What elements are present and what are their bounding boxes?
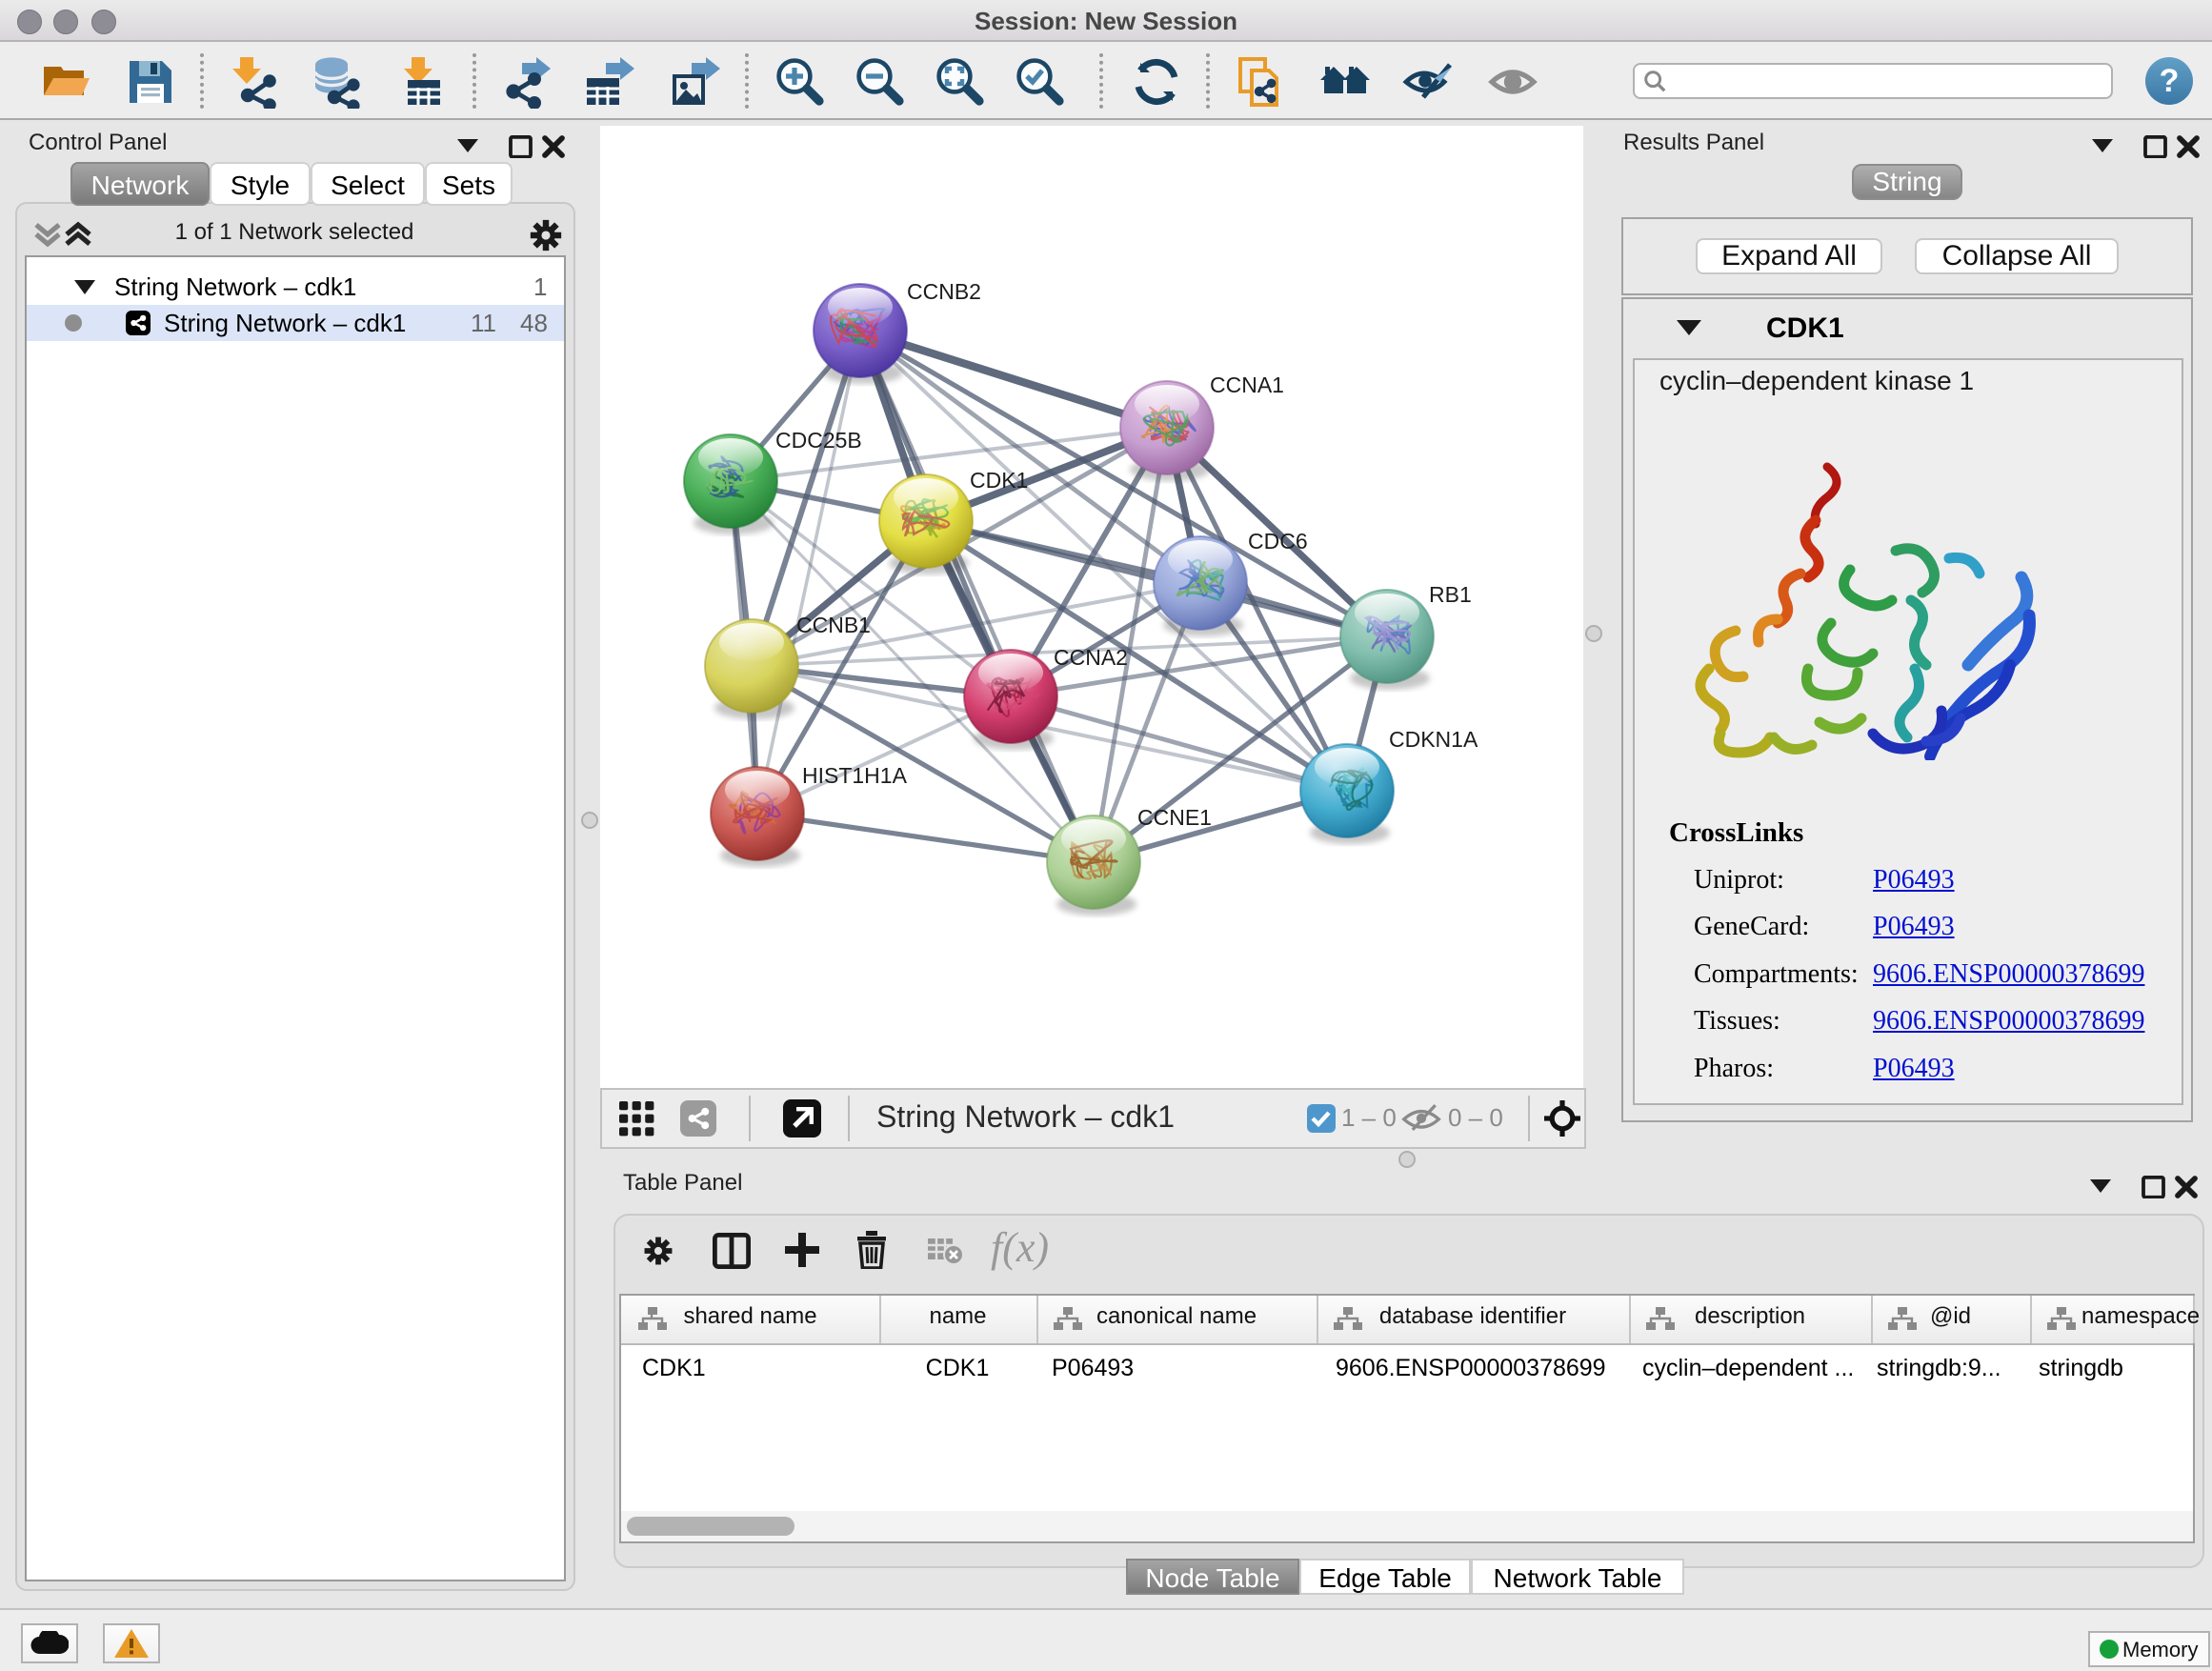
svg-text:CCNB2: CCNB2 [907,279,981,304]
svg-text:RB1: RB1 [1429,582,1472,607]
svg-text:CDC25B: CDC25B [775,428,862,453]
svg-text:CCNA1: CCNA1 [1210,372,1284,397]
svg-text:CCNB1: CCNB1 [796,613,871,637]
svg-text:CDKN1A: CDKN1A [1389,727,1478,752]
svg-text:CCNA2: CCNA2 [1054,645,1128,670]
svg-text:CDC6: CDC6 [1248,529,1308,554]
svg-text:CCNE1: CCNE1 [1137,805,1212,830]
svg-text:HIST1H1A: HIST1H1A [802,763,908,788]
svg-text:CDK1: CDK1 [970,468,1028,493]
